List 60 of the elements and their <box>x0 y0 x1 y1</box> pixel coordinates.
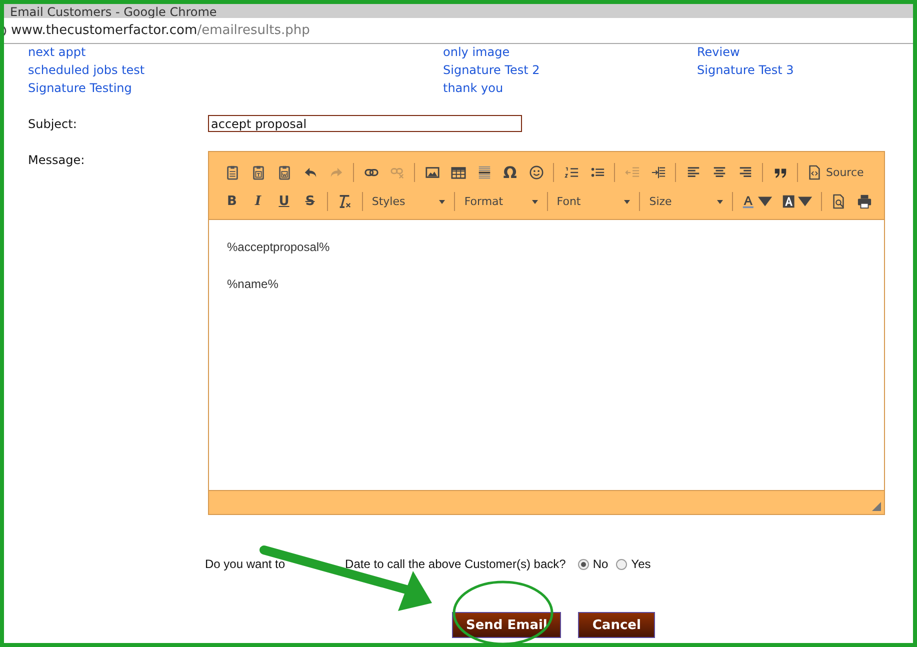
subject-field[interactable]: accept proposal <box>208 115 522 132</box>
align-center-icon <box>712 165 726 180</box>
template-link[interactable]: thank you <box>443 79 504 97</box>
remove-format-icon <box>337 194 352 209</box>
template-link[interactable]: next appt <box>28 43 86 61</box>
background-color-icon <box>782 194 796 209</box>
align-right-icon <box>738 165 752 180</box>
url-field[interactable]: www.thecustomerfactor.com/emailresults.php <box>11 23 310 38</box>
table-icon <box>450 165 466 180</box>
italic-button[interactable]: I <box>246 192 270 212</box>
subject-label: Subject: <box>28 116 78 132</box>
template-link[interactable]: Signature Test 3 <box>697 61 794 79</box>
outdent-icon <box>624 165 640 180</box>
template-link[interactable]: Review <box>697 43 740 61</box>
strikethrough-button[interactable]: S <box>298 192 322 212</box>
message-text: %acceptproposal% <box>227 240 331 254</box>
underline-button[interactable]: U <box>272 192 296 212</box>
send-email-button[interactable]: Send Email <box>452 612 562 638</box>
dropdown[interactable]: Format <box>460 192 542 212</box>
unlink-icon <box>390 165 404 180</box>
caret-icon <box>716 200 723 204</box>
question-text: Date to call the above Customer(s) back? <box>345 557 566 571</box>
radio-button[interactable] <box>616 558 628 570</box>
indent-icon <box>650 165 666 180</box>
question-text: Do you want to <box>205 557 286 571</box>
template-link[interactable]: only image <box>443 43 510 61</box>
horizontal-line-icon <box>476 165 492 180</box>
caret-icon <box>758 194 772 209</box>
resize-handle-icon[interactable] <box>872 502 881 511</box>
template-link[interactable]: Signature Test 2 <box>443 61 540 79</box>
radio-button[interactable] <box>578 558 589 570</box>
special-character-button[interactable]: Ω <box>498 162 522 182</box>
source-button[interactable]: Source <box>803 162 868 182</box>
numbered-list-icon <box>564 165 578 180</box>
radio-label: No <box>592 557 608 571</box>
caret-icon <box>532 200 538 204</box>
caret-icon <box>624 200 630 204</box>
dropdown[interactable]: Styles <box>368 192 450 212</box>
image-icon <box>424 165 440 180</box>
rich-text-editor[interactable]: Ω Source B I U S Styles Format Font Size %acceptproposal% %name% <box>208 151 885 515</box>
caret-icon <box>439 200 446 204</box>
paste-text-icon <box>250 165 266 180</box>
paste-icon <box>224 165 240 180</box>
radio-label: Yes <box>631 557 651 571</box>
message-text: %name% <box>227 277 280 291</box>
bold-button[interactable]: B <box>220 192 244 212</box>
dropdown[interactable]: Size <box>645 192 727 212</box>
print-icon <box>857 194 872 209</box>
dropdown[interactable]: Font <box>552 192 634 212</box>
template-link[interactable]: scheduled jobs test <box>28 61 145 79</box>
caret-icon <box>798 194 812 209</box>
align-left-icon <box>686 165 700 180</box>
preview-icon <box>831 194 846 209</box>
message-label: Message: <box>28 152 86 169</box>
smiley-icon <box>528 165 544 180</box>
cancel-button[interactable]: Cancel <box>578 612 655 638</box>
text-color-icon <box>742 194 756 209</box>
paste-word-icon <box>276 165 292 180</box>
source-icon <box>807 165 822 180</box>
template-link[interactable]: Signature Testing <box>28 79 132 97</box>
